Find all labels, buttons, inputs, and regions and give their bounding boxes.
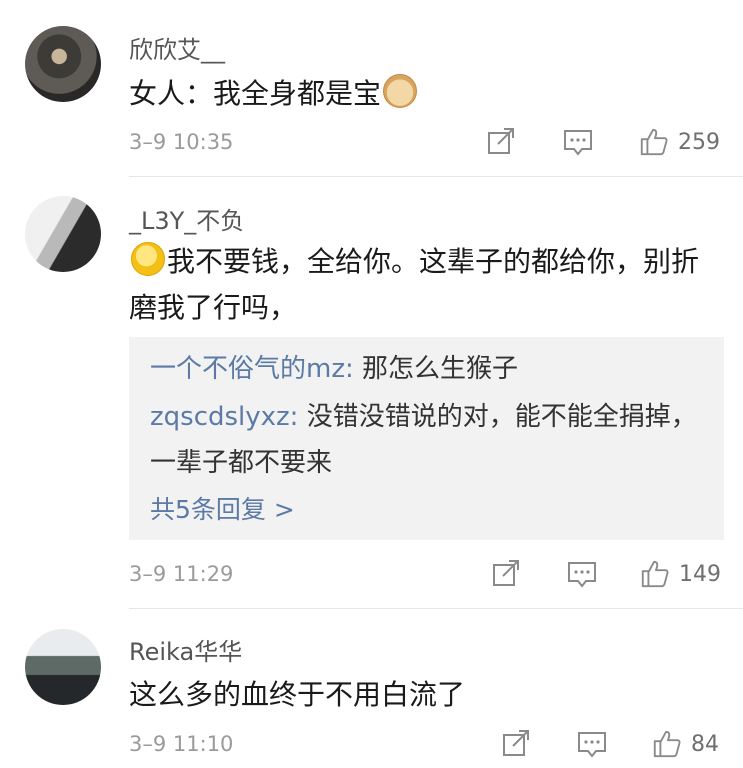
comment-time: 3–9 11:10 <box>129 732 234 756</box>
comment-icon[interactable] <box>575 726 609 760</box>
comment-username[interactable]: 欣欣艾__ <box>129 30 225 65</box>
comment-item: _L3Y_不负 我不要钱，全给你。这辈子的都给你，别折磨我了行吗， 一个不俗气的… <box>0 177 743 607</box>
comment-time: 3–9 10:35 <box>129 130 234 154</box>
comment-text-content: 女人：我全身都是宝 <box>129 77 382 110</box>
avatar[interactable] <box>25 196 101 272</box>
like-count: 84 <box>691 731 719 757</box>
reply-item: 一个不俗气的mz: 那怎么生猴子 <box>150 346 710 392</box>
comment-item: 欣欣艾__ 女人：我全身都是宝 3–9 10:35 259 <box>0 0 743 175</box>
comment-item: Reika华华 这么多的血终于不用白流了 3–9 11:10 84 <box>0 609 743 768</box>
doge-emoji-icon <box>383 74 418 108</box>
reply-item: zqscdslyxz: 没错没错说的对，能不能全捐掉，一辈子都不要来 <box>150 394 710 486</box>
like-button[interactable]: 259 <box>638 124 720 160</box>
share-icon[interactable] <box>499 726 533 760</box>
thumbs-up-icon <box>640 128 668 156</box>
more-replies-link[interactable]: 共5条回复 > <box>150 490 295 526</box>
reply-box[interactable]: 一个不俗气的mz: 那怎么生猴子 zqscdslyxz: 没错没错说的对，能不能… <box>129 337 724 540</box>
share-icon[interactable] <box>489 556 523 590</box>
comment-meta: 3–9 11:10 84 <box>129 726 724 766</box>
comment-icon[interactable] <box>561 124 595 158</box>
share-icon[interactable] <box>484 124 518 158</box>
reply-text: 那怎么生猴子 <box>353 354 519 384</box>
like-count: 259 <box>678 129 720 155</box>
reply-username[interactable]: zqscdslyxz: <box>150 402 298 432</box>
like-button[interactable]: 149 <box>639 556 721 592</box>
comment-username[interactable]: _L3Y_不负 <box>129 201 244 236</box>
thumbs-up-icon <box>653 730 681 758</box>
comment-text: 我不要钱，全给你。这辈子的都给你，别折磨我了行吗， <box>129 239 719 331</box>
comment-time: 3–9 11:29 <box>129 562 234 586</box>
comment-text-content: 我不要钱，全给你。这辈子的都给你，别折磨我了行吗， <box>129 245 700 324</box>
like-button[interactable]: 84 <box>651 726 719 762</box>
like-count: 149 <box>679 561 721 587</box>
comment-username[interactable]: Reika华华 <box>129 632 242 667</box>
reply-username[interactable]: 一个不俗气的mz: <box>150 354 354 384</box>
comment-meta: 3–9 11:29 149 <box>129 556 724 596</box>
avatar[interactable] <box>25 629 101 705</box>
thumbs-up-icon <box>641 560 669 588</box>
smile-emoji-icon <box>131 242 165 276</box>
comment-icon[interactable] <box>565 556 599 590</box>
comment-text-content: 这么多的血终于不用白流了 <box>129 678 466 711</box>
comment-meta: 3–9 10:35 259 <box>129 124 724 164</box>
avatar[interactable] <box>25 26 101 102</box>
comment-text: 女人：我全身都是宝 <box>129 71 719 117</box>
comment-text: 这么多的血终于不用白流了 <box>129 672 719 718</box>
